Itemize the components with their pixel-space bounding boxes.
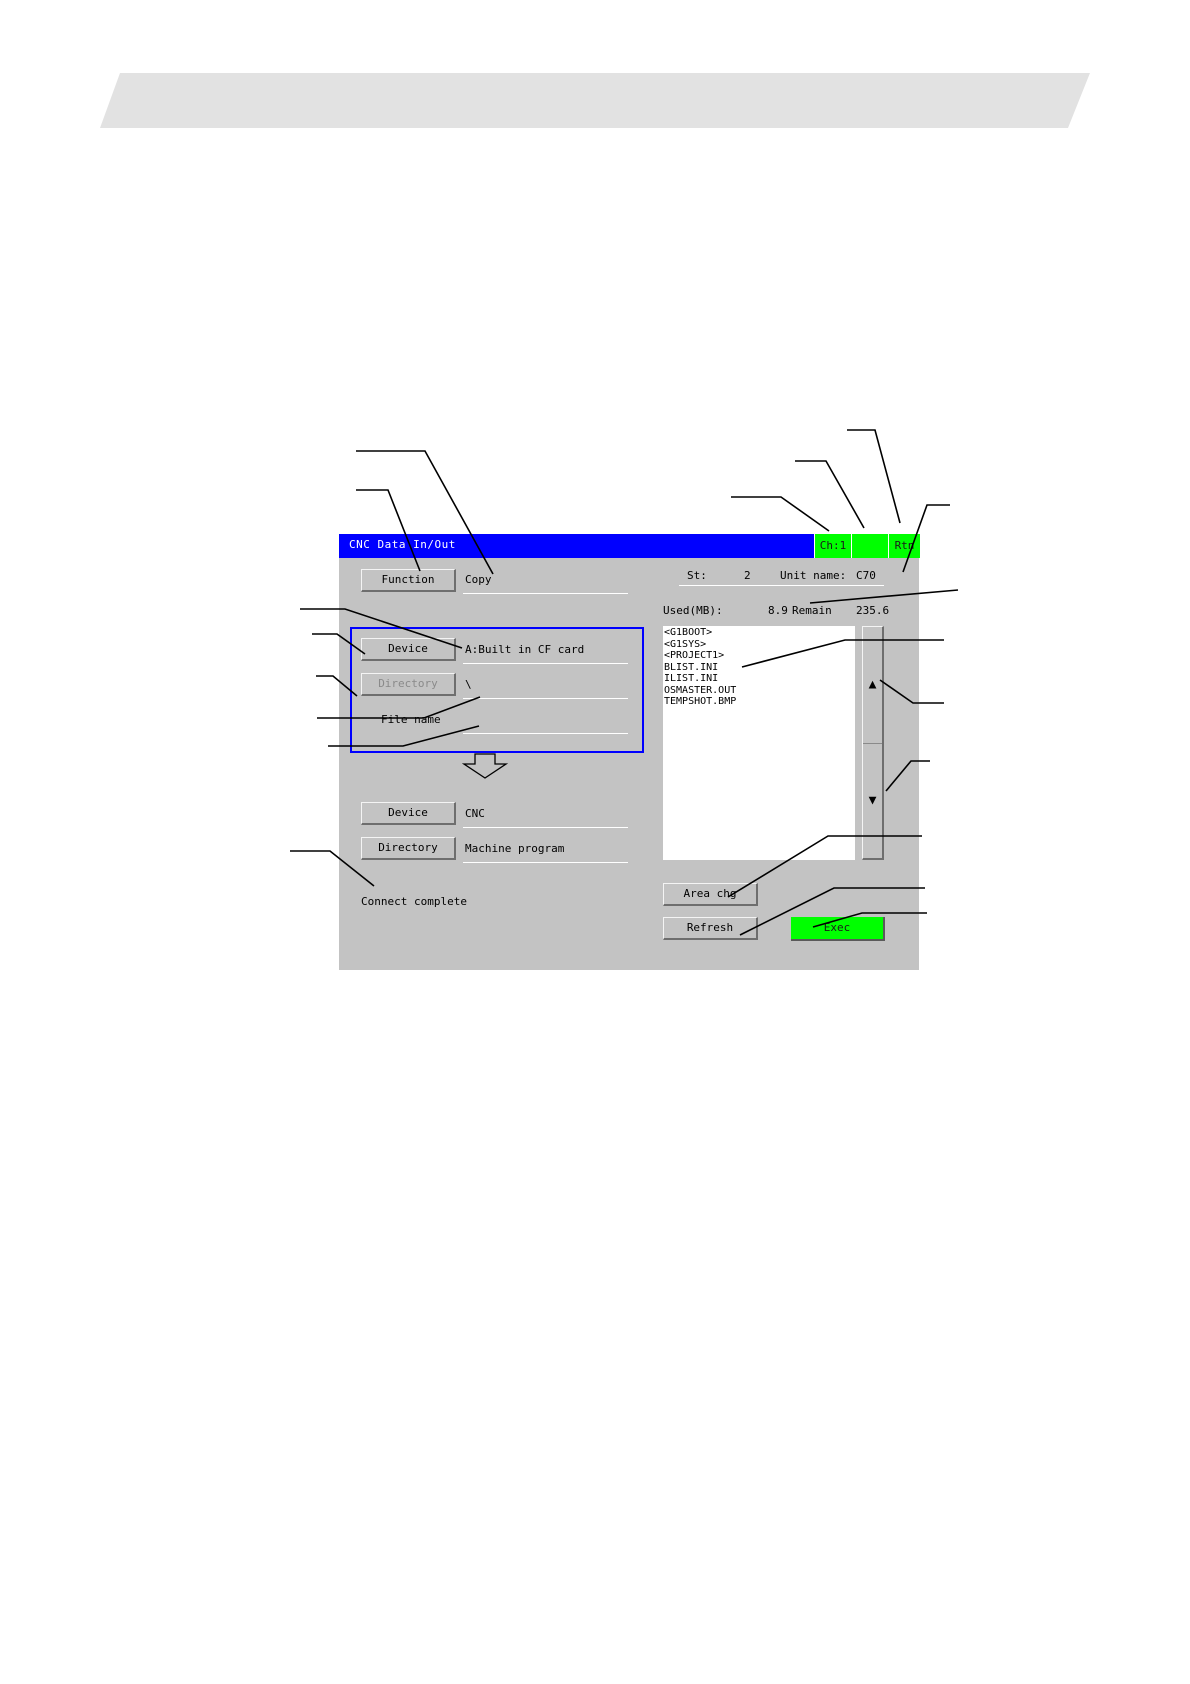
leader-line [809,589,959,604]
leader-line [312,633,366,655]
leader-line [328,725,480,747]
leader-line [317,696,481,719]
leader-line [741,639,944,668]
leader-line [300,608,463,649]
leader-line [885,760,930,792]
leader-line [731,496,830,532]
leader-line [356,489,421,572]
leader-line [316,675,358,697]
leader-line [739,887,925,936]
leader-line [356,450,494,575]
leader-line [812,912,927,928]
leader-line [795,460,865,529]
leader-line [879,679,944,704]
callout-leaders [290,429,959,936]
leader-line [847,429,901,524]
leader-line [902,504,950,573]
leader-line [290,850,375,887]
